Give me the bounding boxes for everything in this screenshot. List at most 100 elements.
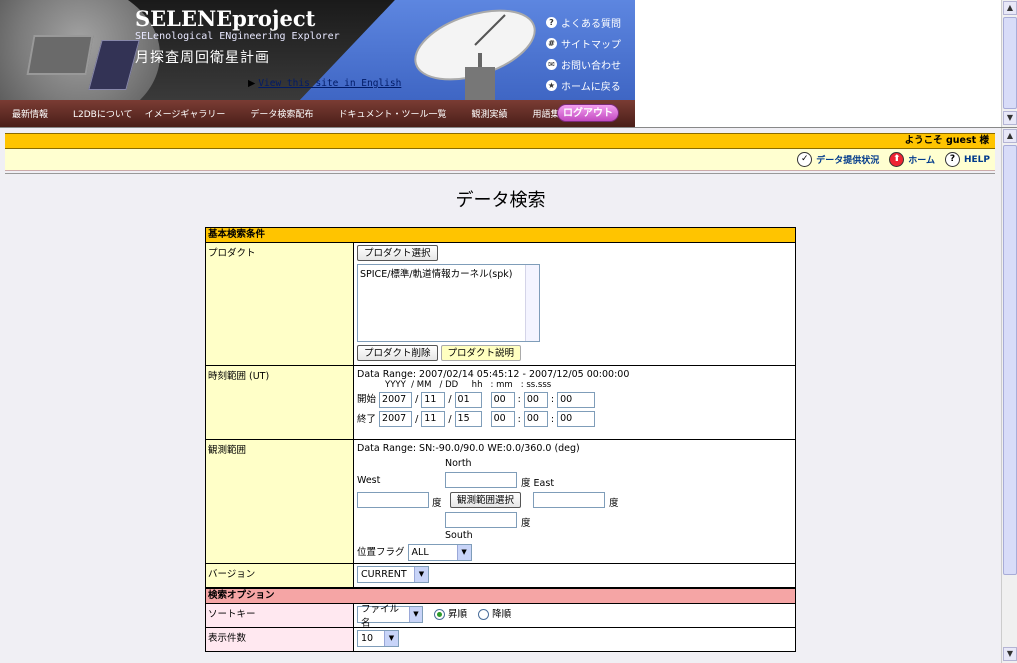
end-year-input[interactable]: 2007 [379,411,413,427]
divider [5,173,995,174]
top-frame-scrollbar[interactable]: ▲ ▼ [1001,0,1017,127]
sort-ascending-radio[interactable] [434,609,446,620]
east-input[interactable] [533,492,605,508]
main-nav-bar: 最新情報 L2DBについて イメージギャラリー データ検索配布 ドキュメント・ツ… [0,100,635,127]
checkmark-icon: ✓ [797,152,813,167]
sitemap-icon: # [546,38,557,49]
sitemap-link-label: サイトマップ [561,40,621,51]
scroll-down-icon[interactable]: ▼ [1003,647,1017,661]
scrollbar-thumb[interactable] [1003,145,1017,575]
display-count-row: 表示件数 10 ▼ [205,628,796,652]
south-label: South [445,530,473,541]
scroll-up-icon[interactable]: ▲ [1003,129,1017,143]
end-minute-input[interactable]: 00 [523,411,548,427]
north-deg-label: 度 East [521,478,555,489]
home-link[interactable]: ★ ホームに戻る [546,75,635,96]
obs-data-range: Data Range: SN:-90.0/90.0 WE:0.0/360.0 (… [357,443,580,454]
time-column-header: YYYY / MM / DD hh : mm : ss.sss [385,380,552,390]
west-deg-label: 度 [432,498,442,509]
descending-label: 降順 [492,609,512,620]
observation-area-row: 観測範囲 Data Range: SN:-90.0/90.0 WE:0.0/36… [205,440,796,564]
display-count-select[interactable]: 10 ▼ [357,630,399,647]
start-time-line: 開始 2007 / 11 / 01 00 : 00 : 00 [357,391,792,408]
home-up-icon: ⬆ [889,152,905,167]
english-link-row: ▶ View this site in English [248,78,401,89]
logout-button[interactable]: ログアウト [557,104,619,122]
end-day-input[interactable]: 15 [454,411,482,427]
chevron-down-icon: ▼ [384,631,398,646]
top-frame: SELENEproject SELenological ENgineering … [0,0,1017,128]
position-flag-select[interactable]: ALL ▼ [407,544,472,561]
scroll-down-icon[interactable]: ▼ [1003,111,1017,125]
nav-about-l2db[interactable]: L2DBについて [73,107,133,120]
arrow-right-icon: ▶ [248,78,259,89]
ascending-label: 昇順 [448,609,468,620]
west-input[interactable] [357,492,429,508]
home-nav-link[interactable]: ⬆ ホーム [889,152,935,167]
east-label: East [533,478,555,489]
start-hour-input[interactable]: 00 [490,391,515,408]
east-deg-label: 度 [609,498,619,509]
start-second-input[interactable]: 00 [557,391,596,408]
scroll-up-icon[interactable]: ▲ [1003,1,1017,15]
faq-link-label: よくある質問 [561,19,621,30]
search-form: 基本検索条件 プロダクト プロダクト選択 SPICE/標準/軌道情報カーネル(s… [205,227,796,652]
north-input[interactable] [445,472,517,488]
product-listbox[interactable]: SPICE/標準/軌道情報カーネル(spk) [357,264,540,342]
side-links: ? よくある質問 # サイトマップ ✉ お問い合わせ ★ ホームに戻る [546,12,635,96]
sitemap-link[interactable]: # サイトマップ [546,33,635,54]
observation-select-button[interactable]: 観測範囲選択 [450,492,522,508]
south-deg-label: 度 [521,518,531,529]
product-delete-button[interactable]: プロダクト削除 [357,345,438,361]
help-link[interactable]: ? HELP [944,152,990,167]
page-title: データ検索 [455,190,546,211]
north-label: North [445,458,472,469]
welcome-text: ようこそ guest 様 [904,135,989,146]
scrollbar-thumb[interactable] [1003,17,1017,109]
end-second-input[interactable]: 00 [557,411,596,427]
home-icon: ★ [546,80,557,91]
contact-link[interactable]: ✉ お問い合わせ [546,54,635,75]
nav-news[interactable]: 最新情報 [12,107,48,120]
end-hour-input[interactable]: 00 [490,411,515,427]
version-select[interactable]: CURRENT ▼ [357,566,429,583]
sort-descending-radio[interactable] [478,609,490,620]
product-describe-button[interactable]: プロダクト説明 [440,345,522,361]
product-select-button[interactable]: プロダクト選択 [357,245,438,261]
start-minute-input[interactable]: 00 [523,391,548,408]
brand-japanese-title: 月探査周回衛星計画 [135,50,270,66]
product-label: プロダクト [206,243,354,365]
home-link-label: ホームに戻る [561,82,621,93]
contact-link-label: お問い合わせ [561,61,621,72]
data-status-link[interactable]: ✓ データ提供状況 [797,152,879,167]
listbox-scrollbar[interactable] [525,265,539,341]
chevron-down-icon: ▼ [414,567,428,582]
position-flag-label: 位置フラグ [357,547,405,558]
sort-key-select[interactable]: ファイル名 ▼ [357,604,423,629]
spacecraft-image [26,35,94,75]
chevron-down-icon: ▼ [456,545,471,560]
start-year-input[interactable]: 2007 [379,391,413,408]
start-day-input[interactable]: 01 [454,391,482,408]
english-link[interactable]: View this site in English [258,78,401,89]
nav-documents-tools[interactable]: ドキュメント・ツール一覧 [338,107,446,120]
help-label: HELP [963,154,990,165]
product-list-item[interactable]: SPICE/標準/軌道情報カーネル(spk) [358,265,539,281]
south-input[interactable] [445,512,517,528]
version-row: バージョン CURRENT ▼ [205,564,796,588]
product-row: プロダクト プロダクト選択 SPICE/標準/軌道情報カーネル(spk) プロダ… [205,243,796,366]
nav-gallery[interactable]: イメージギャラリー [145,107,226,120]
start-month-input[interactable]: 11 [421,391,446,408]
nav-glossary[interactable]: 用語集 [532,107,559,120]
end-month-input[interactable]: 11 [421,411,446,427]
end-label: 終了 [357,413,377,425]
welcome-bar: ようこそ guest 様 [5,133,995,149]
main-frame-scrollbar[interactable]: ▲ ▼ [1001,128,1017,663]
chevron-down-icon: ▼ [408,607,422,622]
nav-observations[interactable]: 観測実績 [471,107,507,120]
time-range-row: 時刻範囲 (UT) Data Range: 2007/02/14 05:45:1… [205,366,796,440]
help-icon: ? [944,152,960,167]
home-nav-label: ホーム [908,156,935,166]
faq-link[interactable]: ? よくある質問 [546,12,635,33]
nav-data-search[interactable]: データ検索配布 [250,107,313,120]
